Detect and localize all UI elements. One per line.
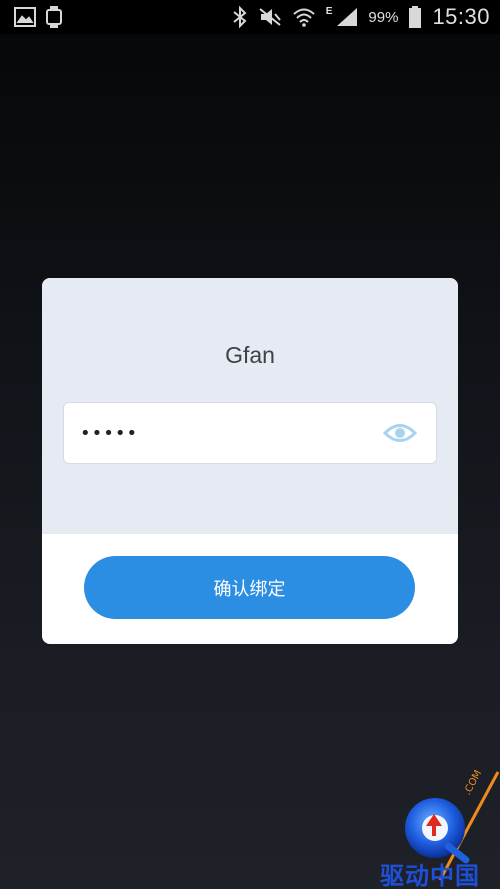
password-field — [63, 402, 437, 464]
eye-icon[interactable] — [382, 419, 418, 447]
dialog-title: Gfan — [225, 342, 275, 368]
signal-icon — [336, 7, 358, 27]
status-right-group: E 99% 15:30 — [232, 4, 490, 30]
wifi-icon — [292, 7, 316, 27]
status-bar: E 99% 15:30 — [0, 0, 500, 34]
status-clock: 15:30 — [432, 4, 490, 29]
watermark-logo: 驱动中国 .COM — [370, 768, 500, 889]
gallery-icon — [14, 7, 36, 27]
mute-icon — [258, 7, 282, 27]
watermark-text: 驱动中国 — [380, 862, 480, 889]
network-type-label: E — [325, 5, 333, 17]
status-left-group — [14, 6, 62, 28]
bind-dialog: Gfan 确认绑定 — [42, 278, 458, 644]
dialog-header-area: Gfan — [42, 278, 458, 534]
password-input[interactable] — [80, 403, 370, 463]
battery-icon — [408, 6, 422, 28]
battery-percent: 99% — [368, 8, 399, 26]
watch-icon — [46, 6, 62, 28]
confirm-bind-button[interactable]: 确认绑定 — [84, 556, 415, 619]
bluetooth-icon — [232, 6, 248, 28]
